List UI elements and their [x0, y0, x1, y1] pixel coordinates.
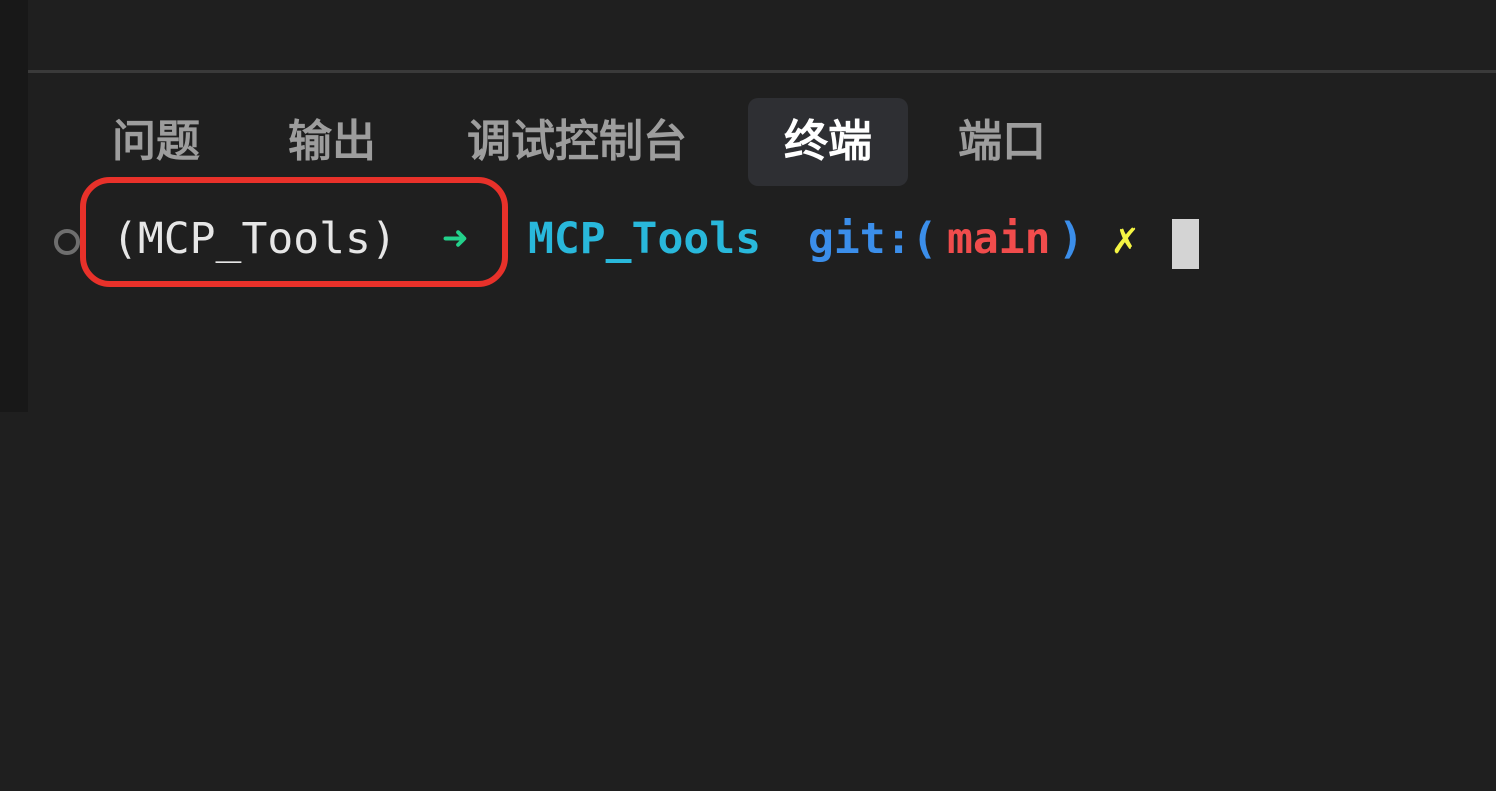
annotation-highlight-box [80, 177, 508, 287]
tab-debug-console[interactable]: 调试控制台 [449, 98, 705, 186]
dirty-mark-icon: ✗ [1112, 214, 1138, 264]
tab-terminal[interactable]: 终端 [748, 98, 908, 186]
command-decoration-circle-icon[interactable] [54, 229, 80, 255]
terminal-cursor [1172, 219, 1199, 269]
tab-ports[interactable]: 端口 [942, 98, 1062, 186]
activity-bar-edge [0, 0, 28, 412]
git-branch: main [947, 214, 1051, 264]
editor-area [28, 0, 1496, 70]
git-suffix: ) [1058, 214, 1084, 264]
tab-problems[interactable]: 问题 [96, 98, 216, 186]
terminal-prompt-line[interactable]: (MCP_Tools) ➜ MCP_Tools git:( main ) ✗ [28, 177, 1496, 291]
git-prefix: git:( [808, 214, 938, 264]
bottom-panel: 问题 输出 调试控制台 终端 端口 (MCP_Tools) ➜ MCP_Tool… [28, 73, 1496, 412]
panel-tab-bar: 问题 输出 调试控制台 终端 端口 [28, 73, 1496, 193]
tab-output[interactable]: 输出 [272, 98, 392, 186]
current-directory: MCP_Tools [528, 214, 761, 264]
